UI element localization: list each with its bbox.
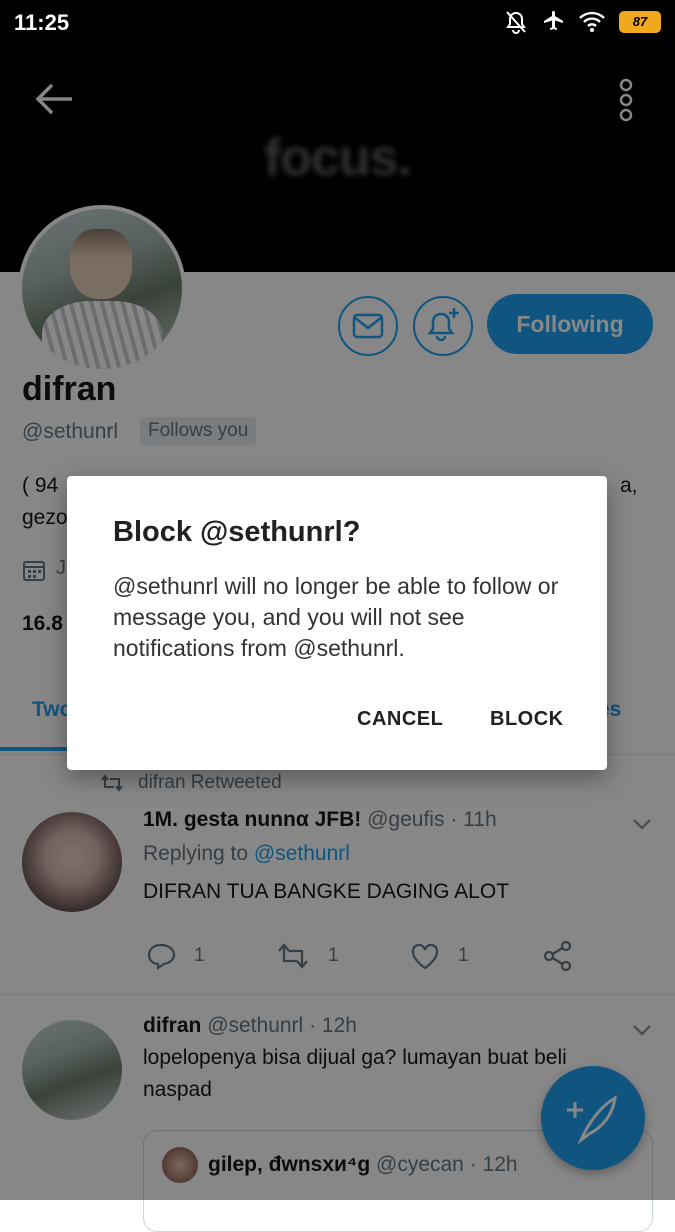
- cancel-button[interactable]: CANCEL: [357, 708, 443, 731]
- dialog-message: @sethunrl will no longer be able to foll…: [113, 573, 559, 661]
- dialog-title: Block @sethunrl?: [113, 516, 361, 548]
- airplane-icon: [544, 11, 563, 30]
- mute-bell-icon: [506, 11, 526, 34]
- block-button[interactable]: BLOCK: [490, 708, 564, 731]
- block-dialog: Block @sethunrl? @sethunrl will no longe…: [67, 476, 607, 770]
- status-bar: 11:25 87: [0, 0, 675, 48]
- battery-indicator: 87: [619, 11, 661, 33]
- wifi-icon: [579, 11, 605, 32]
- status-time: 11:25: [14, 10, 70, 35]
- status-icons: 87: [505, 10, 661, 34]
